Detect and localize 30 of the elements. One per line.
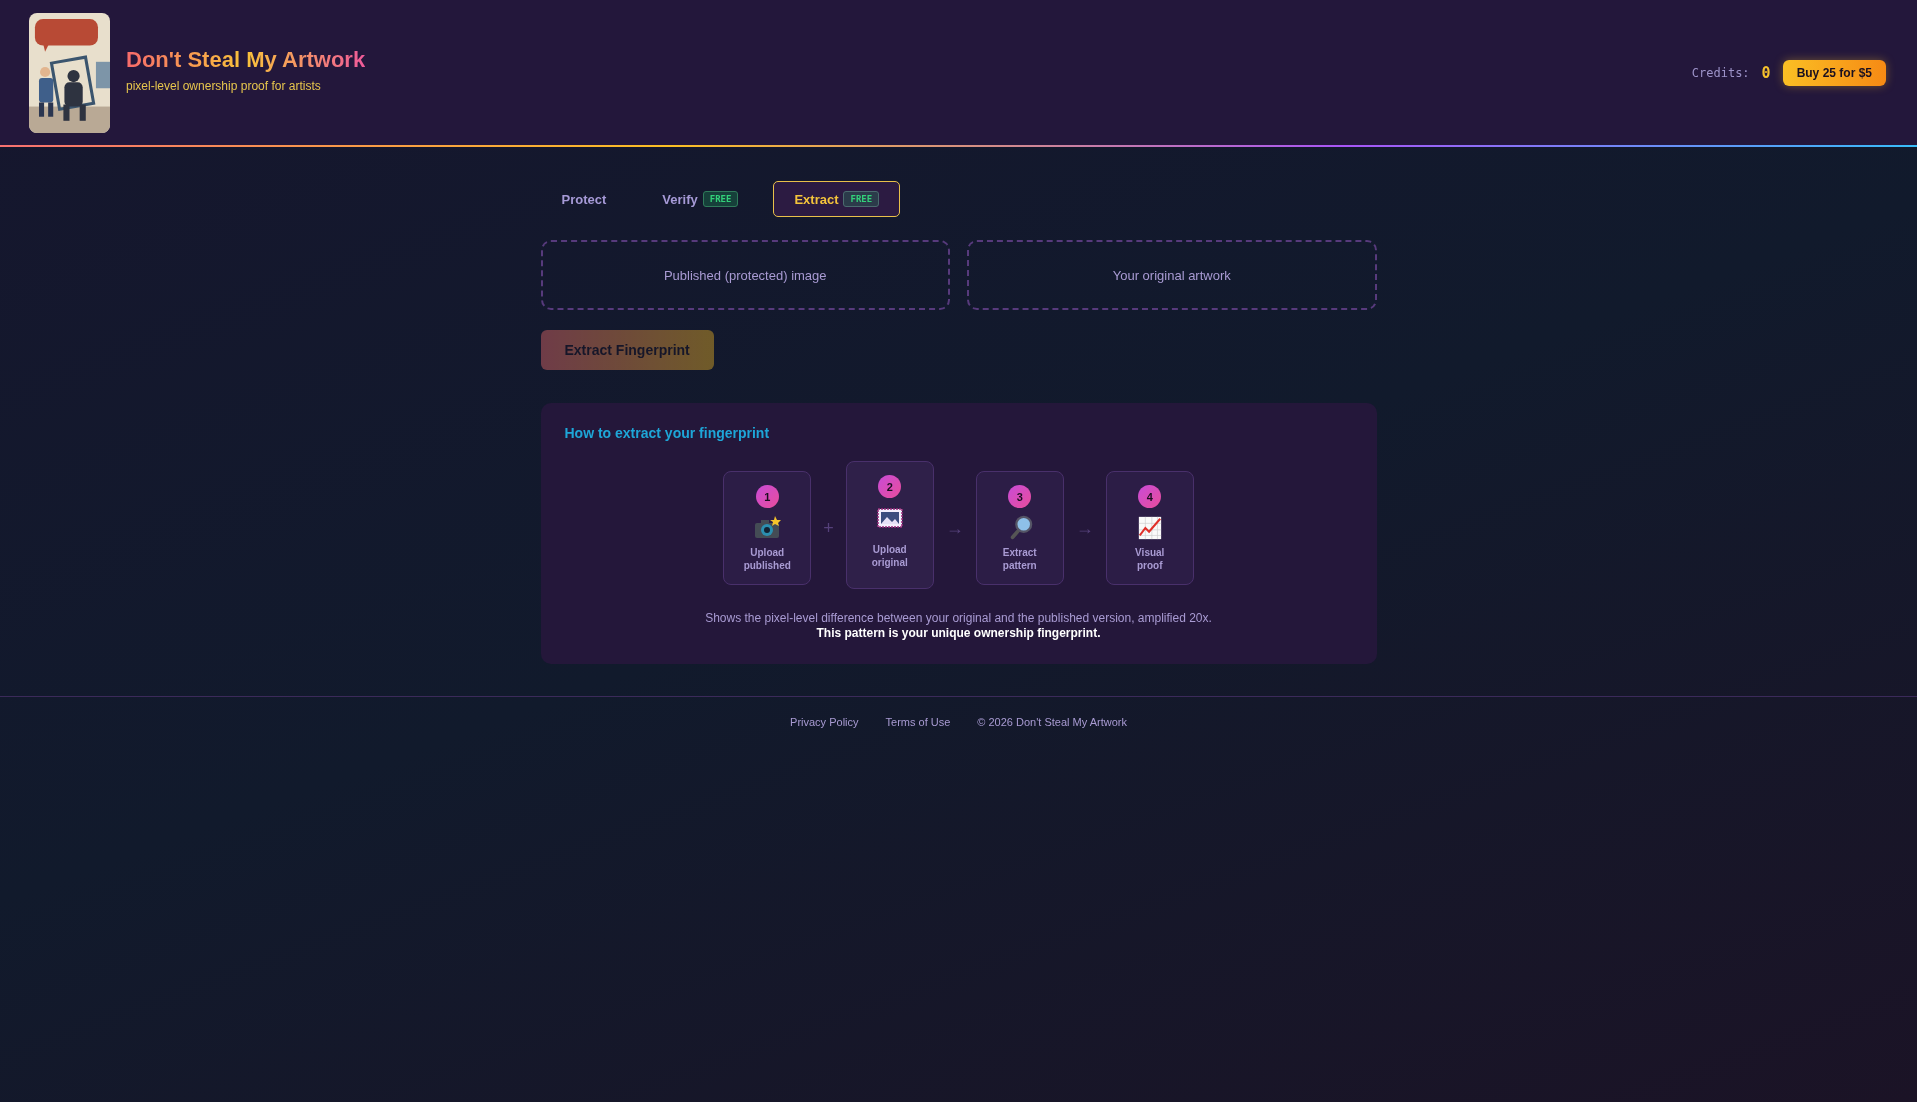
credits-count: 0 xyxy=(1761,63,1771,82)
step-number: 3 xyxy=(1008,485,1032,508)
tab[interactable]: Extract FREE xyxy=(773,181,901,217)
step-number: 4 xyxy=(1138,485,1162,508)
note-emphasis: This pattern is your unique ownership fingerprint. xyxy=(815,626,1102,640)
tab[interactable]: Protect xyxy=(540,181,628,217)
camera-icon xyxy=(753,515,782,541)
step-connector: → xyxy=(1075,517,1094,539)
copyright-text: © 2026 Don't Steal My Artwork xyxy=(977,716,1127,728)
step-label: Visual proof xyxy=(1135,546,1165,572)
footer-link[interactable]: Terms of Use xyxy=(885,716,951,728)
step-label: Extract pattern xyxy=(1002,546,1037,572)
footer-link[interactable]: Privacy Policy xyxy=(790,716,859,728)
free-badge: FREE xyxy=(843,191,880,207)
app-tagline: pixel-level ownership proof for artists xyxy=(126,78,322,93)
step-number: 1 xyxy=(755,485,779,508)
step-connector: → xyxy=(945,517,964,539)
note-text: Shows the pixel-level difference between your original and the published version, amplified 20x. xyxy=(704,611,1213,625)
step-label: Upload original xyxy=(871,543,908,569)
step-connector: + xyxy=(823,517,834,539)
card-title: How to extract your fingerprint xyxy=(564,425,771,441)
buy-credits-button[interactable]: Buy 25 for $5 xyxy=(1782,59,1886,86)
tab[interactable]: Verify FREE xyxy=(641,181,760,217)
upload-dropzone[interactable]: Published (protected) image xyxy=(540,240,950,310)
step-number: 2 xyxy=(878,475,902,498)
free-badge: FREE xyxy=(702,191,739,207)
step-label: Upload published xyxy=(743,546,791,572)
framed-picture-icon xyxy=(875,505,904,531)
credits-label: Credits: xyxy=(1691,65,1750,80)
upload-dropzone[interactable]: Your original artwork xyxy=(967,240,1377,310)
